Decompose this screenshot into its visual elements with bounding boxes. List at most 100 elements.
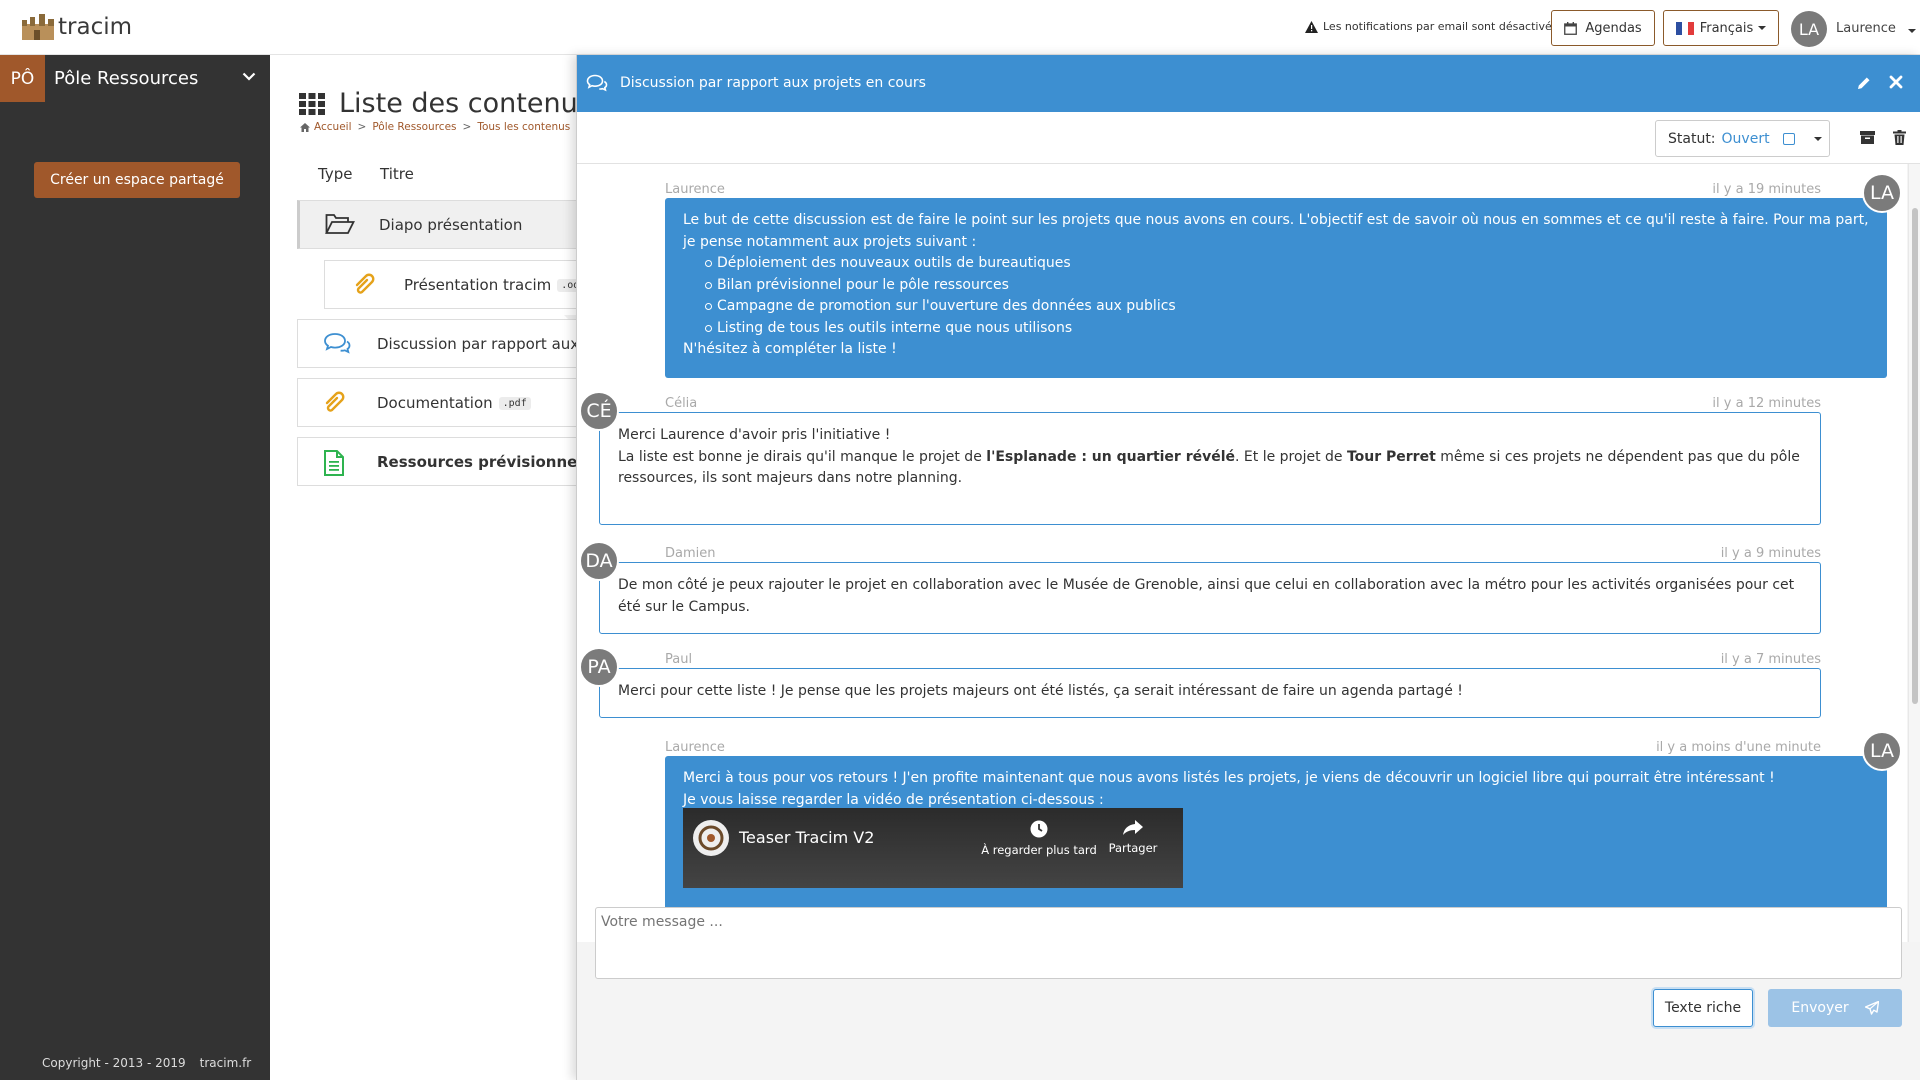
home-icon	[300, 122, 310, 132]
page-title-text: Liste des contenus	[339, 88, 576, 119]
content-row-file[interactable]: Présentation tracim.odp	[324, 260, 576, 309]
avatar: LA	[1862, 731, 1902, 771]
embedded-video[interactable]: Teaser Tracim V2 À regarder plus tard Pa…	[683, 808, 1183, 888]
message-text: N'hésitez à compléter la liste !	[683, 341, 897, 357]
watch-later-label: À regarder plus tard	[981, 843, 1097, 857]
file-text-icon	[324, 450, 344, 476]
breadcrumb-all-contents[interactable]: Tous les contenus	[477, 121, 570, 133]
french-flag-icon	[1675, 21, 1694, 35]
agendas-label: Agendas	[1585, 20, 1642, 36]
chevron-down-icon[interactable]	[242, 72, 256, 81]
tracim-website-link[interactable]: tracim.fr	[200, 1056, 252, 1070]
message-author: Célia	[665, 396, 698, 411]
content-row-thread[interactable]: Discussion par rapport aux p	[297, 319, 576, 368]
workspace-name[interactable]: Pôle Ressources	[54, 68, 198, 89]
thread-toolbar: Statut: Ouvert	[577, 112, 1920, 164]
message-time: il y a moins d'une minute	[1656, 740, 1821, 755]
tracim-logo[interactable]: tracim	[20, 14, 132, 40]
timeline-scrollbar[interactable]	[1908, 164, 1920, 942]
status-value: Ouvert	[1721, 130, 1770, 147]
close-icon[interactable]	[1889, 75, 1903, 89]
workspace-badge[interactable]: PÔ	[0, 55, 45, 102]
message-time: il y a 9 minutes	[1720, 546, 1821, 561]
content-row-label: Présentation tracim.odp	[404, 276, 576, 294]
copyright-text: Copyright - 2013 - 2019	[42, 1056, 186, 1070]
user-menu-caret-icon[interactable]	[1908, 29, 1916, 33]
message-text: De mon côté je peux rajouter le projet e…	[618, 577, 1795, 615]
list-item: Bilan prévisionnel pour le pôle ressourc…	[683, 275, 1869, 297]
content-row-folder[interactable]: Diapo présentation	[297, 200, 576, 249]
content-row-document[interactable]: Ressources prévisionnelle	[297, 437, 576, 486]
watch-later-button[interactable]: À regarder plus tard	[979, 820, 1099, 857]
create-workspace-button[interactable]: Créer un espace partagé	[34, 162, 240, 198]
send-label: Envoyer	[1791, 1000, 1849, 1016]
message-time: il y a 7 minutes	[1720, 652, 1821, 667]
sidebar: PÔ Pôle Ressources Créer un espace parta…	[0, 55, 270, 1080]
message-author: Laurence	[665, 740, 725, 755]
channel-logo-icon	[693, 820, 729, 856]
column-header-title[interactable]: Titre	[380, 165, 414, 183]
message-input[interactable]	[595, 907, 1902, 979]
list-item: Listing de tous les outils interne que n…	[683, 318, 1869, 340]
clock-icon	[1030, 820, 1048, 838]
calendar-icon	[1564, 21, 1578, 35]
message-time: il y a 19 minutes	[1712, 182, 1821, 197]
content-row-label: Diapo présentation	[379, 215, 523, 234]
send-button[interactable]: Envoyer	[1768, 989, 1902, 1027]
message-text: Le but de cette discussion est de faire …	[683, 212, 1869, 250]
archive-icon[interactable]	[1860, 131, 1875, 144]
list-item: Déploiement des nouveaux outils de burea…	[683, 253, 1869, 275]
page-title: Liste des contenus	[299, 88, 576, 119]
copyright: Copyright - 2013 - 2019 tracim.fr	[42, 1056, 251, 1070]
message-bubble-own: Le but de cette discussion est de faire …	[665, 198, 1887, 378]
breadcrumb-home[interactable]: Accueil	[314, 121, 352, 133]
content-row-file[interactable]: Documentation .pdf	[297, 378, 576, 427]
content-row-label: Ressources prévisionnelle	[377, 452, 576, 471]
share-icon	[1123, 820, 1143, 835]
message-text: Merci à tous pour vos retours ! J'en pro…	[683, 770, 1775, 786]
email-notification-warning: Les notifications par email sont désacti…	[1305, 20, 1564, 33]
message-bubble: De mon côté je peux rajouter le projet e…	[599, 562, 1821, 634]
share-button[interactable]: Partager	[1098, 820, 1168, 855]
user-name[interactable]: Laurence	[1836, 21, 1896, 36]
trash-icon[interactable]	[1893, 130, 1906, 145]
grid-icon	[299, 92, 325, 115]
paperclip-icon	[355, 273, 375, 294]
file-extension-badge: .odp	[557, 278, 576, 292]
message-author: Damien	[665, 546, 716, 561]
caret-down-icon	[1758, 26, 1767, 30]
castle-logo-icon	[22, 14, 54, 40]
avatar: LA	[1862, 173, 1902, 213]
thread-panel-header: Discussion par rapport aux projets en co…	[577, 55, 1920, 112]
message-time: il y a 12 minutes	[1712, 396, 1821, 411]
status-dropdown[interactable]: Statut: Ouvert	[1655, 120, 1830, 157]
agendas-button[interactable]: Agendas	[1551, 10, 1655, 46]
video-title[interactable]: Teaser Tracim V2	[739, 828, 874, 847]
paper-plane-icon	[1864, 1001, 1879, 1015]
thread-title: Discussion par rapport aux projets en co…	[620, 75, 926, 91]
pencil-icon[interactable]	[1857, 76, 1871, 90]
breadcrumb-workspace[interactable]: Pôle Ressources	[372, 121, 456, 133]
caret-down-icon	[1813, 136, 1822, 141]
language-dropdown[interactable]: Français	[1663, 10, 1779, 46]
breadcrumb: Accueil > Pôle Ressources > Tous les con…	[300, 121, 576, 133]
comments-icon	[324, 333, 351, 354]
rich-text-button[interactable]: Texte riche	[1653, 989, 1753, 1027]
content-row-label: Documentation .pdf	[377, 394, 531, 412]
message-text: Merci Laurence d'avoir pris l'initiative…	[618, 427, 891, 443]
avatar: CÉ	[579, 391, 619, 431]
language-label: Français	[1699, 20, 1754, 36]
column-header-type[interactable]: Type	[318, 165, 352, 183]
thread-panel: Discussion par rapport aux projets en co…	[576, 55, 1920, 1080]
warning-icon	[1305, 20, 1318, 33]
share-label: Partager	[1108, 841, 1158, 855]
avatar: DA	[579, 541, 619, 581]
user-avatar[interactable]: LA	[1791, 11, 1827, 47]
notification-text: Les notifications par email sont désacti…	[1323, 20, 1565, 33]
message-bubble: Merci Laurence d'avoir pris l'initiative…	[599, 412, 1821, 525]
scrollbar-thumb[interactable]	[1912, 208, 1918, 704]
message-bubble: Merci pour cette liste ! Je pense que le…	[599, 668, 1821, 718]
message-timeline[interactable]: Laurence il y a 19 minutes Le but de cet…	[577, 164, 1907, 942]
message-text: Merci pour cette liste ! Je pense que le…	[618, 683, 1463, 699]
project-list: Déploiement des nouveaux outils de burea…	[683, 253, 1869, 339]
